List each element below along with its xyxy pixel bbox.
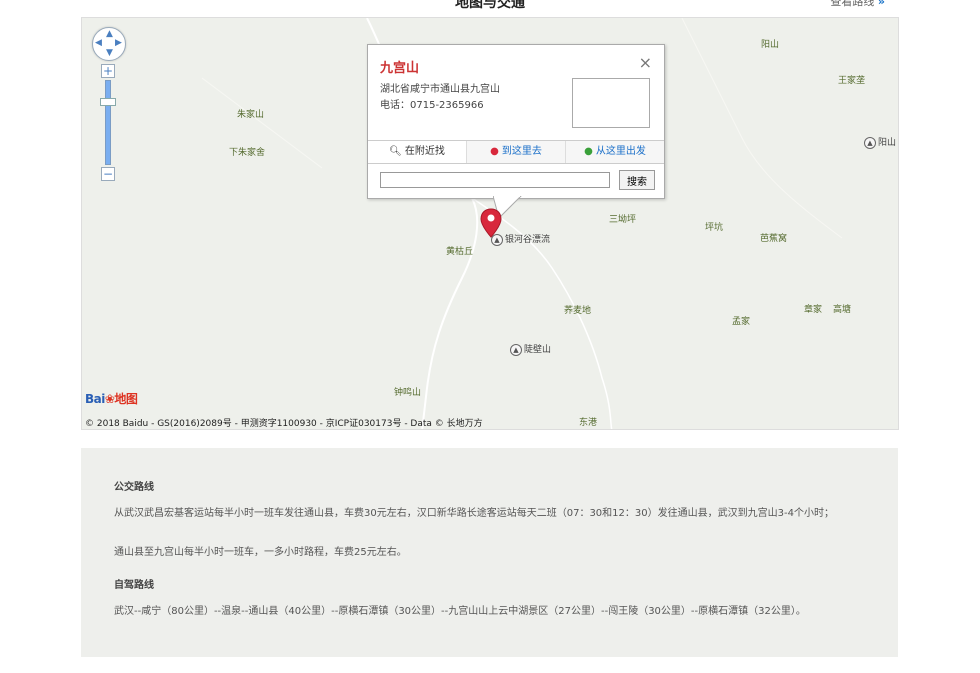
nearby-search-input[interactable] <box>380 172 610 188</box>
info-window-thumbnail <box>572 78 650 128</box>
logo-suffix: 地图 <box>114 392 138 406</box>
place-doubishan-label: 陡壁山 <box>524 345 552 355</box>
tab-from-here[interactable]: ● 从这里出发 <box>566 141 664 163</box>
search-icon: 🔍︎ <box>389 146 402 157</box>
baidu-logo: Bai❀地图 <box>85 390 138 407</box>
pan-control[interactable]: ▲ ▼ ◀ ▶ <box>92 27 126 61</box>
mountain-icon: ▲ <box>864 136 876 149</box>
location-pin-icon: ● <box>584 146 593 157</box>
place-yangshan-peak: ▲ 阳山 <box>864 135 896 149</box>
tab-to-here[interactable]: ● 到这里去 <box>467 141 566 163</box>
place-zhangjia: 章家 <box>804 305 823 315</box>
place-yinhegu-label: 银河谷漂流 <box>505 235 551 245</box>
pan-right-icon[interactable]: ▶ <box>115 38 122 48</box>
paw-icon: ❀ <box>104 392 115 406</box>
info-window-tabs: 🔍︎ 在附近找 ● 到这里去 ● 从这里出发 <box>368 140 664 164</box>
double-chevron-icon: » <box>877 0 885 8</box>
info-window-address: 湖北省咸宁市通山县九宫山 <box>380 84 500 95</box>
tab-to-here-label: 到这里去 <box>501 146 542 157</box>
logo-text: Bai <box>85 392 105 406</box>
pan-up-icon[interactable]: ▲ <box>106 29 113 39</box>
zoom-slider-handle[interactable] <box>100 98 116 106</box>
place-qiaomaidi: 荞麦地 <box>564 306 592 316</box>
place-gaotang: 高塘 <box>833 305 852 315</box>
search-button[interactable]: 搜索 <box>619 170 655 190</box>
place-sandiping: 三坳坪 <box>609 215 637 225</box>
tab-from-here-label: 从这里出发 <box>595 146 646 157</box>
place-wangjiawan: 王家垄 <box>838 76 866 86</box>
tab-nearby[interactable]: 🔍︎ 在附近找 <box>368 141 467 163</box>
place-yangshan-peak-label: 阳山 <box>878 138 897 148</box>
drive-route-title: 自驾路线 <box>114 580 154 591</box>
zoom-out-button[interactable]: − <box>101 167 115 181</box>
location-pin-icon: ● <box>490 146 499 157</box>
zoom-in-button[interactable]: + <box>101 64 115 78</box>
pan-left-icon[interactable]: ◀ <box>95 38 102 48</box>
drive-route-line: 武汉--咸宁（80公里）--温泉--通山县（40公里）--原横石潭镇（30公里）… <box>114 606 806 617</box>
place-xiazhujiashe: 下朱家舍 <box>229 148 266 158</box>
info-window-title: 九宫山 <box>380 61 420 76</box>
place-zhongmingshan: 钟鸣山 <box>394 388 422 398</box>
place-zhujiashan: 朱家山 <box>237 110 265 120</box>
route-info: 公交路线 从武汉武昌宏基客运站每半小时一班车发往通山县，车费30元左右，汉口新华… <box>81 448 898 657</box>
map-view[interactable]: 阳山 王家垄 朱家山 下朱家舍 ▲ 阳山 三坳坪 坪坑 芭蕉窝 黄枯丘 ▲ 银河谷漂… <box>81 17 899 430</box>
pan-down-icon[interactable]: ▼ <box>106 48 113 58</box>
place-yangshan: 阳山 <box>761 40 780 50</box>
place-bajiaowo: 芭蕉窝 <box>760 234 788 244</box>
info-window-phone: 电话：0715-2365966 <box>380 100 484 111</box>
map-copyright: © 2018 Baidu - GS(2016)2089号 - 甲测资字11009… <box>85 419 483 429</box>
bus-route-line-2: 通山县至九宫山每半小时一班车，一多小时路程，车费25元左右。 <box>114 547 407 558</box>
view-route-link[interactable]: 查看路线 » <box>830 0 885 9</box>
info-window: 九宫山 × 湖北省咸宁市通山县九宫山 电话：0715-2365966 🔍︎ 在附近… <box>367 44 665 199</box>
close-icon[interactable]: × <box>639 53 652 72</box>
tab-nearby-label: 在附近找 <box>404 146 445 157</box>
mountain-icon: ▲ <box>510 343 522 356</box>
bus-route-title: 公交路线 <box>114 482 154 493</box>
location-marker-icon[interactable] <box>480 208 502 238</box>
place-huangguqiu: 黄枯丘 <box>446 247 474 257</box>
place-doubishan: ▲ 陡壁山 <box>510 342 551 356</box>
view-route-label[interactable]: 查看路线 <box>830 0 874 8</box>
place-donggang: 东港 <box>579 418 598 428</box>
place-pingkeng: 坪坑 <box>705 223 724 233</box>
place-mengjia: 孟家 <box>732 317 751 327</box>
bus-route-line-1: 从武汉武昌宏基客运站每半小时一班车发往通山县，车费30元左右，汉口新华路长途客运… <box>114 508 834 519</box>
zoom-slider-track[interactable] <box>105 80 111 165</box>
